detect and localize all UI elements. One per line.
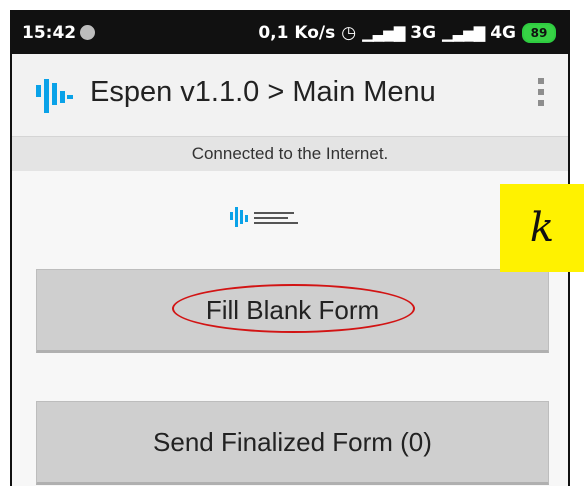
main-menu: Fill Blank Form Send Finalized Form (0) <box>12 171 568 486</box>
signal-4g-icon: ▁▃▅▇ <box>442 24 485 42</box>
send-finalized-form-button[interactable]: Send Finalized Form (0) <box>36 401 549 485</box>
page-title: Espen v1.1.0 > Main Menu <box>90 76 436 108</box>
status-right-group: 0,1 Ko/s ◷ ▁▃▅▇ 3G ▁▃▅▇ 4G 89 <box>258 23 556 43</box>
overflow-menu-icon[interactable] <box>538 78 546 111</box>
annotation-tag: k <box>500 184 584 272</box>
app-logo-icon <box>36 79 73 113</box>
send-finalized-form-label: Send Finalized Form (0) <box>153 427 432 457</box>
fill-blank-form-label: Fill Blank Form <box>205 295 380 325</box>
signal-4g-label: 4G <box>490 23 516 43</box>
connection-status: Connected to the Internet. <box>12 137 568 171</box>
signal-icon: ▁▃▅▇ <box>362 24 405 42</box>
notification-dot-icon <box>80 25 95 40</box>
status-time: 15:42 <box>22 23 77 43</box>
phone-screen: 15:42 0,1 Ko/s ◷ ▁▃▅▇ 3G ▁▃▅▇ 4G 89 Espe… <box>10 10 570 486</box>
espen-logo-icon <box>230 207 298 227</box>
battery-icon: 89 <box>522 23 556 43</box>
action-bar: Espen v1.1.0 > Main Menu <box>12 54 568 137</box>
status-bar: 15:42 0,1 Ko/s ◷ ▁▃▅▇ 3G ▁▃▅▇ 4G 89 <box>12 12 568 54</box>
signal-3g-label: 3G <box>410 23 437 43</box>
network-speed: 0,1 Ko/s <box>258 23 336 43</box>
fill-blank-form-button[interactable]: Fill Blank Form <box>36 269 549 353</box>
alarm-icon: ◷ <box>341 23 357 43</box>
